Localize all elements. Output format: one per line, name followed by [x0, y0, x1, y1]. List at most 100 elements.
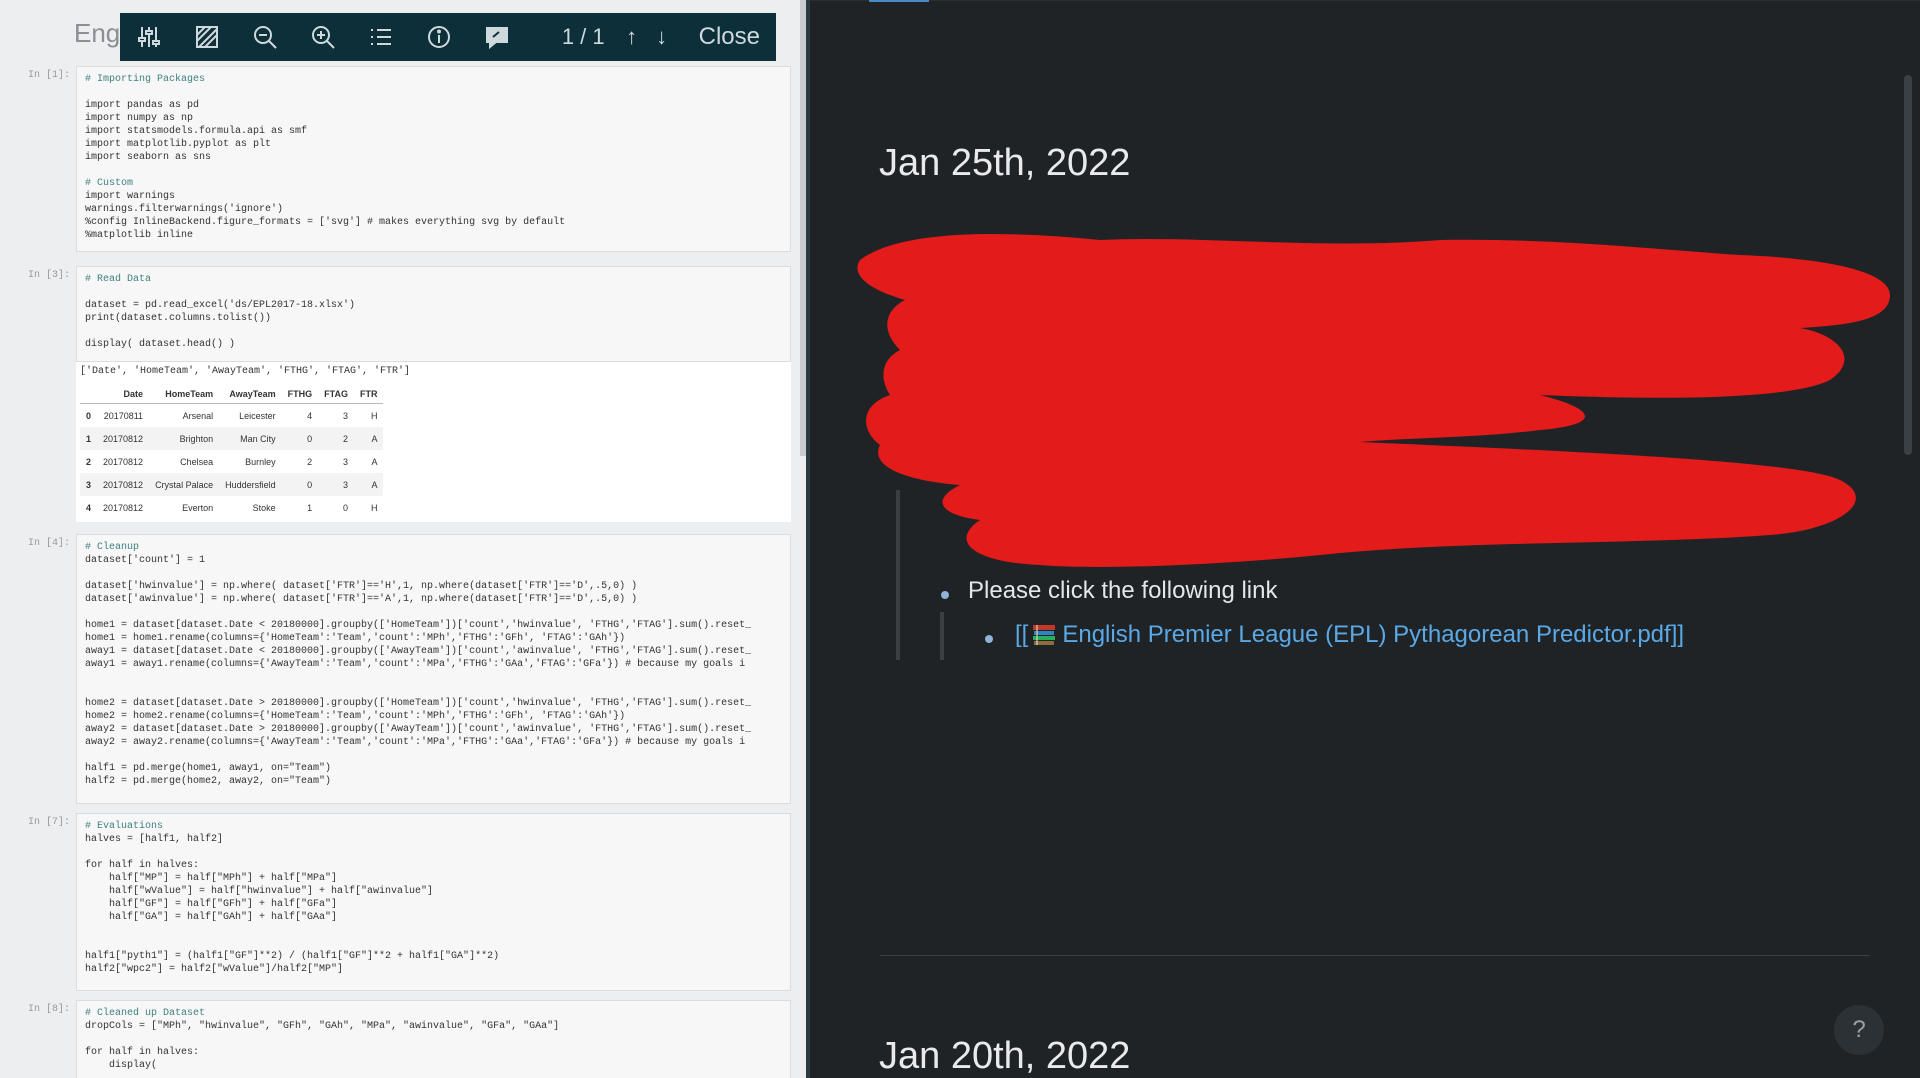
code-line: half1 = pd.merge(home1, away1, on="Team"…: [85, 763, 332, 774]
block-bullet[interactable]: [941, 591, 949, 599]
table-cell: 1: [80, 427, 98, 450]
link-prefix: [[: [1015, 621, 1029, 648]
table-cell: 4: [86, 502, 92, 513]
comment-icon[interactable]: [468, 13, 526, 61]
table-cell: A: [353, 427, 384, 450]
link-text: English Premier League (EPL) Pythagorean…: [1062, 621, 1671, 648]
table-header-cell: AwayTeam: [219, 385, 282, 404]
code-line: display(: [85, 1060, 158, 1071]
link-suffix: ]]: [1670, 621, 1685, 648]
code-block: # Evaluations halves = [half1, half2] for …: [76, 813, 791, 991]
pdf-toolbar: 1 / 1 ↑ ↓ Close: [120, 13, 776, 61]
table-cell: 0: [281, 473, 319, 496]
table-cell: 2: [307, 456, 313, 467]
highlighter-icon[interactable]: [178, 13, 236, 61]
sliders-icon[interactable]: [120, 13, 178, 61]
table-cell: 3: [80, 473, 98, 496]
top-border: [810, 0, 1920, 1]
table-cell: Brighton: [149, 427, 220, 450]
books-icon: [1032, 624, 1056, 646]
cell-prompt: In [3]:: [27, 270, 70, 281]
table-cell: Stoke: [252, 502, 276, 513]
help-button[interactable]: ?: [1834, 1005, 1884, 1055]
code-block: # Cleanup dataset['count'] = 1 dataset['hw…: [76, 534, 791, 804]
zoom-out-icon[interactable]: [236, 13, 294, 61]
close-button[interactable]: Close: [699, 23, 760, 51]
table-cell: Huddersfield: [219, 473, 282, 496]
outline-icon[interactable]: [352, 13, 410, 61]
code-line: import matplotlib.pyplot as plt: [85, 139, 272, 150]
redaction-scribble: [857, 234, 1890, 567]
block-indent-line: [896, 490, 900, 660]
code-line: dataset = pd.read_excel('ds/EPL2017-18.x…: [85, 300, 356, 311]
info-icon[interactable]: [410, 13, 468, 61]
code-line: home2 = dataset[dataset.Date > 20180000]…: [85, 698, 752, 709]
table-cell: 3: [342, 410, 348, 421]
table-cell: 0: [342, 502, 348, 513]
cell-prompt: In [1]:: [27, 70, 70, 81]
table-header-cell: FTHG: [281, 385, 319, 404]
code-line: # Read Data: [85, 274, 152, 285]
active-accent: [869, 0, 929, 2]
table-cell: 20170812: [103, 456, 144, 467]
table-cell: Burnley: [245, 456, 276, 467]
code-block: # Importing Packages import pandas as pd i…: [76, 66, 791, 252]
code-line: half2 = pd.merge(home2, away2, on="Team"…: [85, 776, 332, 787]
journal-title[interactable]: Jan 20th, 2022: [879, 1035, 1130, 1078]
prev-page-button[interactable]: ↑: [617, 24, 647, 50]
table-cell: 1: [307, 502, 313, 513]
table-cell: 20170812: [97, 427, 150, 450]
code-line: import numpy as np: [85, 113, 194, 124]
code-line: half1["pyth1"] = (half1["GF"]**2) / (hal…: [85, 951, 500, 962]
page-link[interactable]: [[ English Premier League (EPL) Pythagor…: [1015, 621, 1684, 649]
code-line: dataset['hwinvalue'] = np.where( dataset…: [85, 581, 638, 592]
code-line: home2 = home2.rename(columns={'HomeTeam'…: [85, 711, 626, 722]
pdf-document-title: Engl: [74, 18, 127, 48]
zoom-in-icon[interactable]: [294, 13, 352, 61]
cell-prompt: In [7]:: [27, 817, 70, 828]
table-cell: 4: [307, 410, 313, 421]
code-line: warnings.filterwarnings('ignore'): [85, 204, 284, 215]
page-indicator: 1 / 1: [561, 24, 605, 49]
dataframe-table: Date HomeTeam AwayTeam FTHG FTAG FTR 0 2017081…: [80, 385, 384, 519]
code-line: import warnings: [85, 191, 176, 202]
code-block: # Read Data dataset = pd.read_excel('ds/E…: [76, 266, 791, 362]
code-line: half["MP"] = half["MPh"] + half["MPa"]: [85, 873, 338, 884]
code-line: # Cleanup: [85, 542, 140, 553]
table-cell: H: [370, 502, 378, 513]
table-cell: A: [371, 456, 378, 467]
table-cell: 0: [281, 427, 319, 450]
child-block-bullet[interactable]: [985, 635, 993, 643]
journal-title[interactable]: Jan 25th, 2022: [879, 142, 1130, 185]
table-cell: 0: [86, 410, 92, 421]
code-line: # Importing Packages: [85, 74, 206, 85]
table-cell: Arsenal: [182, 410, 214, 421]
code-line: dropCols = ["MPh", "hwinvalue", "GFh", "…: [85, 1021, 560, 1032]
code-line: dataset['awinvalue'] = np.where( dataset…: [85, 594, 638, 605]
table-row: 2 20170812 Chelsea Burnley 2 3 A: [80, 450, 383, 473]
code-line: half["GA"] = half["GAh"] + half["GAa"]: [85, 912, 338, 923]
next-page-button[interactable]: ↓: [647, 24, 677, 50]
block-text[interactable]: Please click the following link: [968, 577, 1277, 605]
table-cell: A: [353, 473, 384, 496]
code-line: for half in halves:: [85, 1047, 200, 1058]
code-line: # Evaluations: [85, 821, 164, 832]
notes-scrollbar[interactable]: [1904, 75, 1912, 455]
code-line: half["wValue"] = half["hwinvalue"] + hal…: [85, 886, 434, 897]
child-indent-line: [940, 612, 944, 660]
code-line: for half in halves:: [85, 860, 200, 871]
table-row: 1 20170812 Brighton Man City 0 2 A: [80, 427, 384, 450]
code-line: import statsmodels.formula.api as smf: [85, 126, 308, 137]
cell-prompt: In [8]:: [27, 1004, 70, 1015]
code-line: away2 = away2.rename(columns={'AwayTeam'…: [85, 737, 746, 748]
table-header-cell: Date: [97, 385, 150, 404]
table-cell: Man City: [219, 427, 282, 450]
table-cell: 3: [342, 456, 348, 467]
